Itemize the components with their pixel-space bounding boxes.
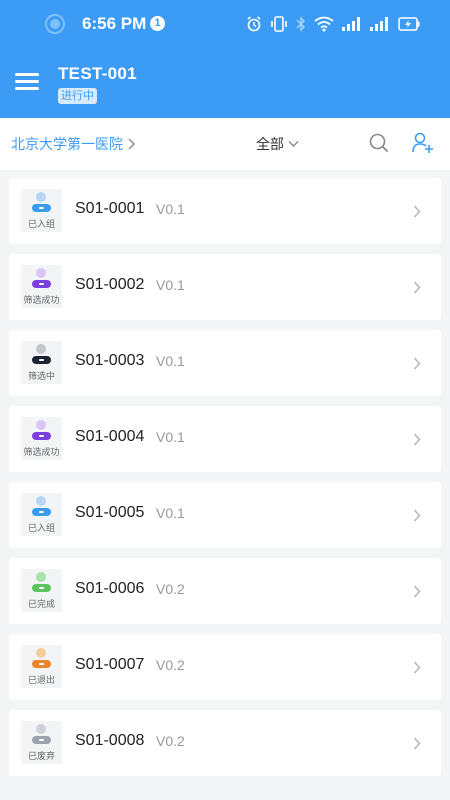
subject-status-icon: 已完成 [21, 569, 62, 612]
subject-version: V0.1 [156, 429, 185, 445]
subject-status-icon: 已退出 [21, 645, 62, 688]
subject-status-icon: 已入组 [21, 493, 62, 536]
person-body-icon [32, 356, 51, 364]
subject-id: S01-0007 [75, 656, 145, 673]
wifi-icon [314, 16, 334, 32]
person-head-icon [36, 724, 46, 734]
person-head-icon [36, 192, 46, 202]
subject-id: S01-0004 [75, 428, 145, 445]
chevron-right-icon [413, 205, 421, 218]
site-name-label: 北京大学第一医院 [11, 137, 123, 153]
person-head-icon [36, 648, 46, 658]
bluetooth-icon [296, 16, 305, 32]
battery-icon [398, 17, 420, 31]
subject-status-label: 已完成 [27, 600, 55, 610]
subject-card[interactable]: 已退出 S01-0007 V0.2 [9, 634, 441, 700]
subject-id: S01-0006 [75, 580, 145, 597]
chevron-right-icon [413, 509, 421, 522]
search-icon[interactable] [369, 133, 389, 153]
chevron-right-icon [413, 281, 421, 294]
subject-card[interactable]: 已完成 S01-0006 V0.2 [9, 558, 441, 624]
subject-version: V0.1 [156, 505, 185, 521]
subject-id: S01-0001 [75, 200, 145, 217]
hamburger-menu-icon[interactable] [15, 73, 39, 93]
subject-card[interactable]: 已入组 S01-0005 V0.1 [9, 482, 441, 548]
subject-id: S01-0003 [75, 352, 145, 369]
subject-id: S01-0008 [75, 732, 145, 749]
subject-status-label: 筛选成功 [23, 448, 60, 458]
vibrate-icon [271, 16, 287, 32]
chevron-right-icon [413, 357, 421, 370]
person-body-icon [32, 280, 51, 288]
person-body-icon [32, 432, 51, 440]
person-body-icon [32, 508, 51, 516]
subject-card[interactable]: 已废弃 S01-0008 V0.2 [9, 710, 441, 776]
person-body-icon [32, 660, 51, 668]
signal-icon [370, 17, 388, 31]
subject-version: V0.2 [156, 657, 185, 673]
project-title: TEST-001 [58, 64, 137, 83]
person-head-icon [36, 496, 46, 506]
chevron-right-icon [413, 433, 421, 446]
app-notification-icon [45, 14, 65, 34]
subject-status-label: 筛选成功 [23, 296, 60, 306]
chevron-right-icon [413, 737, 421, 750]
subject-status-label: 已入组 [27, 220, 55, 230]
chevron-right-icon [413, 585, 421, 598]
chevron-right-icon [128, 138, 135, 150]
subject-status-label: 筛选中 [27, 372, 55, 382]
subject-status-label: 已入组 [27, 524, 55, 534]
person-head-icon [36, 268, 46, 278]
status-time: 6:56 PM [82, 14, 147, 33]
alarm-icon [247, 16, 261, 32]
subject-status-icon: 筛选成功 [21, 417, 62, 460]
subject-status-label: 已废弃 [27, 752, 55, 762]
subject-id: S01-0002 [75, 276, 145, 293]
app-header: 6:56 PM 1 TEST-001 进行中 [0, 0, 450, 118]
person-body-icon [32, 204, 51, 212]
subject-status-icon: 已废弃 [21, 721, 62, 764]
subject-id: S01-0005 [75, 504, 145, 521]
status-icons [246, 12, 420, 36]
subject-status-icon: 筛选中 [21, 341, 62, 384]
subject-status-icon: 筛选成功 [21, 265, 62, 308]
subject-version: V0.1 [156, 277, 185, 293]
subject-version: V0.1 [156, 201, 185, 217]
person-head-icon [36, 572, 46, 582]
subject-card[interactable]: 已入组 S01-0001 V0.1 [9, 178, 441, 244]
status-filter-label: 全部 [256, 137, 284, 153]
project-status-badge: 进行中 [58, 88, 97, 104]
status-bar: 6:56 PM 1 [0, 0, 450, 48]
subject-status-icon: 已入组 [21, 189, 62, 232]
notification-count-badge: 1 [150, 16, 165, 31]
chevron-right-icon [413, 661, 421, 674]
person-head-icon [36, 420, 46, 430]
status-filter-dropdown[interactable]: 全部 [256, 134, 299, 154]
chevron-down-icon [288, 141, 299, 147]
subject-status-label: 已退出 [27, 676, 55, 686]
subject-card[interactable]: 筛选成功 S01-0002 V0.1 [9, 254, 441, 320]
add-user-icon[interactable] [412, 132, 434, 154]
person-head-icon [36, 344, 46, 354]
person-body-icon [32, 584, 51, 592]
site-selector[interactable]: 北京大学第一医院 [11, 134, 135, 154]
person-body-icon [32, 736, 51, 744]
subject-version: V0.1 [156, 353, 185, 369]
subject-version: V0.2 [156, 581, 185, 597]
signal-icon [342, 17, 360, 31]
subject-version: V0.2 [156, 733, 185, 749]
subject-card[interactable]: 筛选中 S01-0003 V0.1 [9, 330, 441, 396]
subject-card[interactable]: 筛选成功 S01-0004 V0.1 [9, 406, 441, 472]
